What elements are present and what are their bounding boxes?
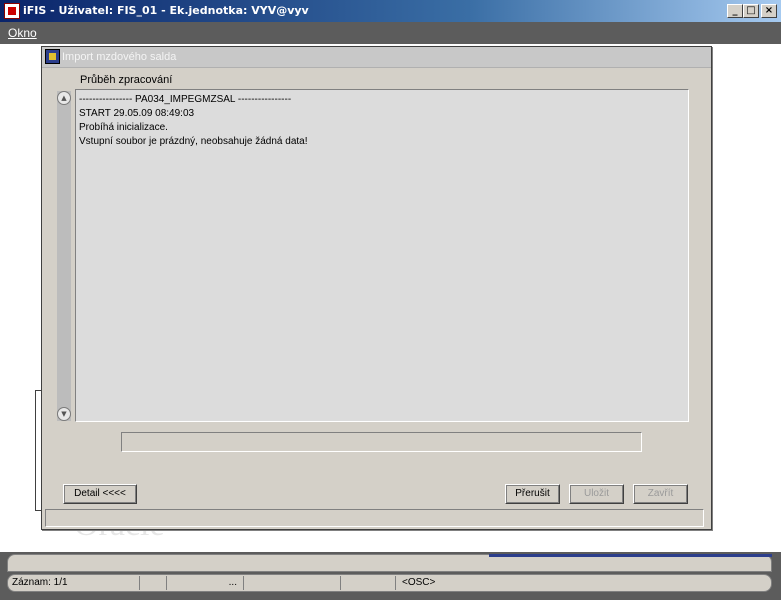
import-dialog: Import mzdového salda Průběh zpracování … (41, 46, 712, 530)
vertical-scrollbar[interactable]: ▲ ▼ (57, 91, 71, 421)
status-panel: Záznam: 1/1 ... <OSC> (7, 574, 772, 592)
window-title-bar: iFIS - Uživatel: FIS_01 - Ek.jednotka: V… (0, 0, 781, 22)
window-title: iFIS - Uživatel: FIS_01 - Ek.jednotka: V… (23, 4, 309, 17)
app-icon[interactable] (4, 3, 20, 19)
close-button[interactable]: × (761, 4, 777, 18)
log-line: ---------------- PA034_IMPEGMZSAL ------… (79, 94, 292, 105)
background-line (35, 390, 36, 510)
close-dialog-button[interactable]: Zavřít (633, 484, 688, 504)
status-mode: <OSC> (402, 577, 436, 588)
log-line: Vstupní soubor je prázdný, neobsahuje žá… (79, 136, 308, 147)
status-indicator (489, 554, 772, 557)
detail-button[interactable]: Detail <<<< (63, 484, 137, 504)
log-line: Probíhá inicializace. (79, 122, 168, 133)
status-cell (341, 576, 396, 590)
minimize-button[interactable]: _ (727, 4, 743, 18)
save-button[interactable]: Uložit (569, 484, 624, 504)
dialog-title-bar[interactable]: Import mzdového salda (42, 47, 711, 68)
menu-bar: Okno (0, 22, 781, 44)
status-upper-panel (7, 554, 772, 572)
maximize-button[interactable]: □ (743, 4, 759, 18)
interrupt-button[interactable]: Přerušit (505, 484, 560, 504)
progress-bar (121, 432, 642, 452)
status-ellipsis: ... (167, 576, 244, 590)
scroll-down-icon[interactable]: ▼ (57, 407, 71, 421)
log-line: START 29.05.09 08:49:03 (79, 108, 195, 119)
dialog-status-bar (45, 509, 704, 527)
log-output[interactable]: ---------------- PA034_IMPEGMZSAL ------… (75, 89, 689, 422)
dialog-app-icon (45, 49, 60, 64)
status-cell (140, 576, 167, 590)
record-counter: Záznam: 1/1 (8, 576, 140, 590)
dialog-title: Import mzdového salda (62, 51, 177, 63)
menu-item-okno[interactable]: Okno (8, 26, 37, 40)
status-cell (244, 576, 341, 590)
scroll-up-icon[interactable]: ▲ (57, 91, 71, 105)
section-label: Průběh zpracování (80, 74, 173, 86)
status-bar: Záznam: 1/1 ... <OSC> (0, 552, 781, 600)
